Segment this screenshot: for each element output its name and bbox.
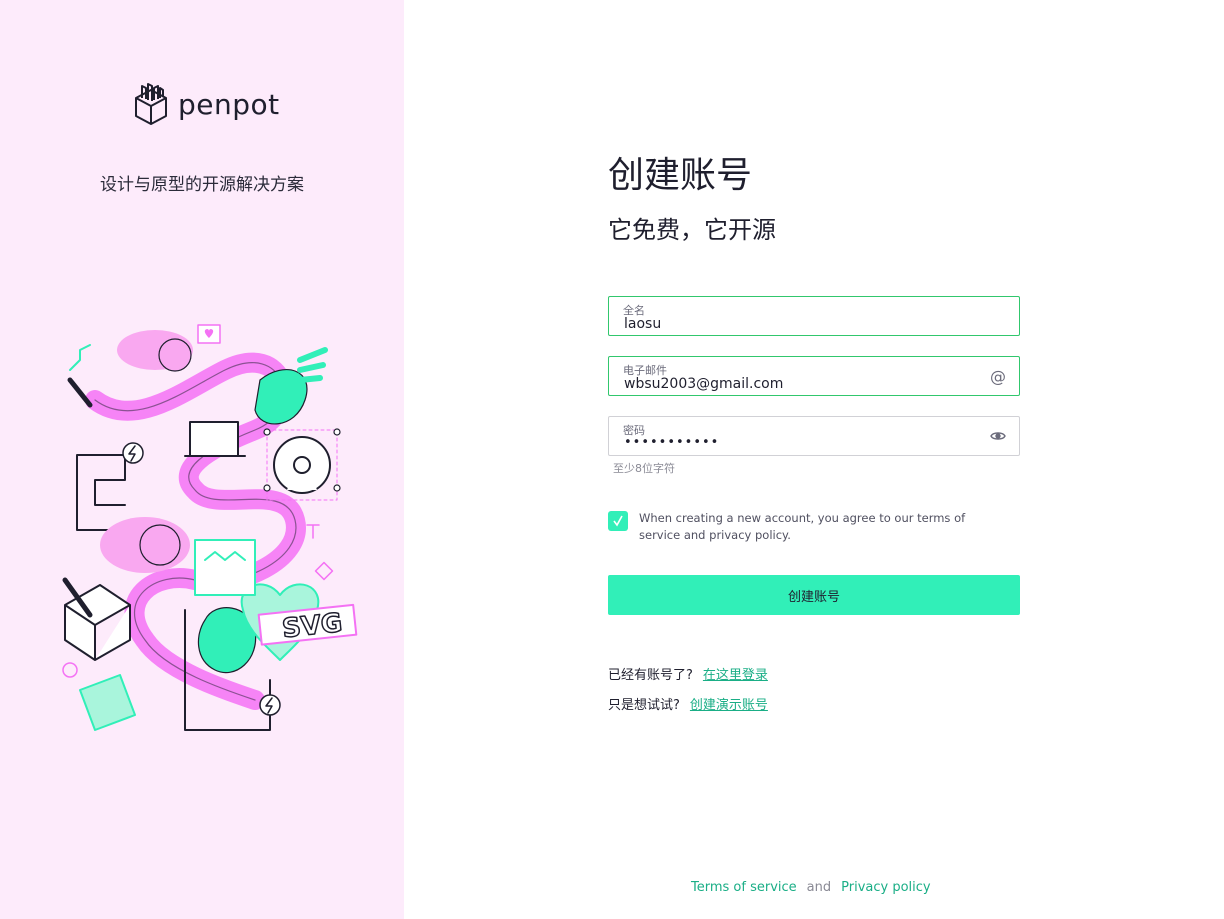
footer-and: and: [806, 880, 832, 895]
create-account-button[interactable]: 创建账号: [608, 575, 1020, 615]
login-row: 已经有账号了? 在这里登录: [608, 664, 768, 683]
page-subtitle: 它免费，它开源: [608, 216, 776, 244]
terms-text: When creating a new account, you agree t…: [639, 511, 966, 542]
hero-illustration: SVG: [62, 324, 358, 731]
tagline: 设计与原型的开源解决方案: [100, 175, 304, 195]
email-field[interactable]: 电子邮件 @: [608, 356, 1020, 396]
eye-icon[interactable]: [989, 427, 1007, 445]
footer: Terms of service and Privacy policy: [691, 880, 931, 895]
terms-row: When creating a new account, you agree t…: [608, 510, 1020, 544]
password-field[interactable]: 密码 •••••••••••: [608, 416, 1020, 456]
terms-checkbox[interactable]: [608, 511, 628, 531]
brand-panel: penpot 设计与原型的开源解决方案 SVG: [0, 0, 404, 919]
fullname-input[interactable]: [624, 316, 964, 332]
at-icon: @: [990, 366, 1006, 386]
login-prompt: 已经有账号了?: [608, 668, 693, 683]
demo-link[interactable]: 创建演示账号: [690, 694, 768, 713]
privacy-policy-link[interactable]: Privacy policy: [841, 880, 930, 895]
register-panel: 创建账号 它免费，它开源 全名 电子邮件 @ 密码 ••••••••••• 至少…: [404, 0, 1224, 919]
password-hint: 至少8位字符: [613, 462, 675, 475]
demo-row: 只是想试试? 创建演示账号: [608, 694, 768, 713]
email-input[interactable]: [624, 376, 964, 392]
login-link[interactable]: 在这里登录: [703, 664, 768, 683]
fullname-field[interactable]: 全名: [608, 296, 1020, 336]
page-title: 创建账号: [608, 155, 753, 196]
svg-text:SVG: SVG: [281, 608, 344, 644]
demo-prompt: 只是想试试?: [608, 698, 680, 713]
logo[interactable]: penpot: [134, 82, 280, 126]
password-input[interactable]: •••••••••••: [624, 435, 964, 450]
logo-wordmark: penpot: [178, 87, 280, 121]
terms-of-service-link[interactable]: Terms of service: [691, 880, 797, 895]
check-icon: [613, 515, 623, 527]
penpot-logo-icon: [135, 83, 167, 125]
